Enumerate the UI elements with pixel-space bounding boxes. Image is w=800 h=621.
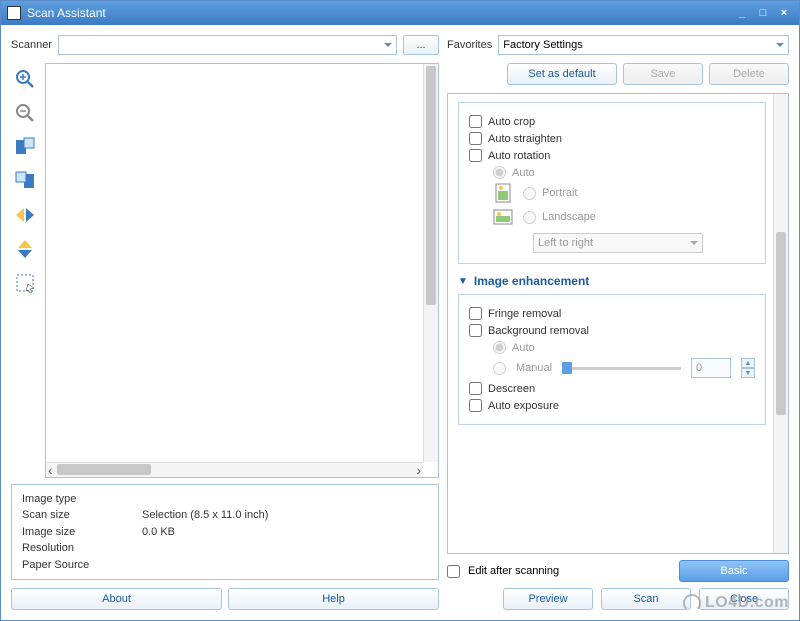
background-removal-checkbox[interactable] xyxy=(469,324,482,337)
info-image-size-label: Image size xyxy=(22,524,142,541)
close-button[interactable]: × xyxy=(775,5,793,21)
scan-button[interactable]: Scan xyxy=(601,588,691,610)
info-image-type-label: Image type xyxy=(22,491,142,508)
about-button[interactable]: About xyxy=(11,588,222,610)
info-image-size-value: 0.0 KB xyxy=(142,524,175,541)
rotate-right-icon[interactable] xyxy=(11,167,39,195)
rotate-left-icon[interactable] xyxy=(11,133,39,161)
info-resolution-label: Resolution xyxy=(22,540,142,557)
info-scan-size-value: Selection (8.5 x 11.0 inch) xyxy=(142,507,268,524)
fringe-removal-label: Fringe removal xyxy=(488,308,561,320)
rotation-portrait-radio xyxy=(523,187,536,200)
auto-group: Auto crop Auto straighten Auto rotation … xyxy=(458,102,766,264)
background-removal-label: Background removal xyxy=(488,325,589,337)
zoom-in-icon[interactable] xyxy=(11,65,39,93)
minimize-button[interactable]: _ xyxy=(733,5,751,21)
auto-crop-checkbox[interactable] xyxy=(469,115,482,128)
info-scan-size-label: Scan size xyxy=(22,507,142,524)
chevron-down-icon: ▼ xyxy=(458,276,468,287)
image-enhancement-label: Image enhancement xyxy=(474,274,589,288)
scan-info-panel: Image type Scan sizeSelection (8.5 x 11.… xyxy=(11,484,439,581)
scanner-browse-button[interactable]: ... xyxy=(403,35,439,55)
app-icon xyxy=(7,6,21,20)
auto-straighten-checkbox[interactable] xyxy=(469,132,482,145)
watermark: LO4D.com xyxy=(683,594,789,612)
auto-exposure-checkbox[interactable] xyxy=(469,399,482,412)
mirror-horizontal-icon[interactable] xyxy=(11,201,39,229)
window-title: Scan Assistant xyxy=(27,6,730,20)
auto-rotation-label: Auto rotation xyxy=(488,150,550,162)
auto-crop-label: Auto crop xyxy=(488,116,535,128)
bg-manual-spinner: ▲▼ xyxy=(741,358,755,378)
watermark-icon xyxy=(683,594,701,612)
rotation-auto-label: Auto xyxy=(512,167,535,179)
edit-after-scanning-label: Edit after scanning xyxy=(468,565,671,577)
bg-manual-value: 0 xyxy=(691,358,731,378)
image-enhancement-header[interactable]: ▼ Image enhancement xyxy=(458,274,766,288)
rotation-direction-select: Left to right xyxy=(533,233,703,253)
auto-exposure-label: Auto exposure xyxy=(488,400,559,412)
rotation-landscape-radio xyxy=(523,211,536,224)
mirror-vertical-icon[interactable] xyxy=(11,235,39,263)
set-default-button[interactable]: Set as default xyxy=(507,63,617,85)
bg-manual-radio xyxy=(493,362,506,375)
scanner-select[interactable] xyxy=(58,35,397,55)
bg-auto-radio xyxy=(493,341,506,354)
rotation-portrait-label: Portrait xyxy=(542,187,577,199)
enhancement-group: Fringe removal Background removal Auto M… xyxy=(458,294,766,425)
favorites-select[interactable]: Factory Settings xyxy=(498,35,789,55)
title-bar: Scan Assistant _ □ × xyxy=(1,1,799,25)
scanner-label: Scanner xyxy=(11,39,52,51)
preview-button[interactable]: Preview xyxy=(503,588,593,610)
bg-auto-label: Auto xyxy=(512,342,535,354)
info-paper-source-label: Paper Source xyxy=(22,557,142,574)
preview-vscrollbar[interactable] xyxy=(423,64,438,462)
portrait-icon xyxy=(493,183,513,203)
auto-straighten-label: Auto straighten xyxy=(488,133,562,145)
bg-manual-label: Manual xyxy=(516,362,552,374)
basic-mode-button[interactable]: Basic xyxy=(679,560,789,582)
zoom-out-icon[interactable] xyxy=(11,99,39,127)
marquee-select-icon[interactable] xyxy=(11,269,39,297)
maximize-button[interactable]: □ xyxy=(754,5,772,21)
favorites-label: Favorites xyxy=(447,39,492,51)
rotation-landscape-label: Landscape xyxy=(542,211,596,223)
descreen-checkbox[interactable] xyxy=(469,382,482,395)
preview-hscrollbar[interactable] xyxy=(46,462,423,477)
options-panel: Auto crop Auto straighten Auto rotation … xyxy=(447,93,789,554)
auto-rotation-checkbox[interactable] xyxy=(469,149,482,162)
descreen-label: Descreen xyxy=(488,383,535,395)
fringe-removal-checkbox[interactable] xyxy=(469,307,482,320)
help-button[interactable]: Help xyxy=(228,588,439,610)
save-favorite-button[interactable]: Save xyxy=(623,63,703,85)
preview-toolbar xyxy=(11,63,39,478)
edit-after-scanning-checkbox[interactable] xyxy=(447,565,460,578)
options-vscrollbar[interactable] xyxy=(773,94,788,553)
bg-manual-slider xyxy=(562,367,681,370)
rotation-auto-radio xyxy=(493,166,506,179)
preview-canvas[interactable] xyxy=(45,63,439,478)
landscape-icon xyxy=(493,207,513,227)
delete-favorite-button[interactable]: Delete xyxy=(709,63,789,85)
